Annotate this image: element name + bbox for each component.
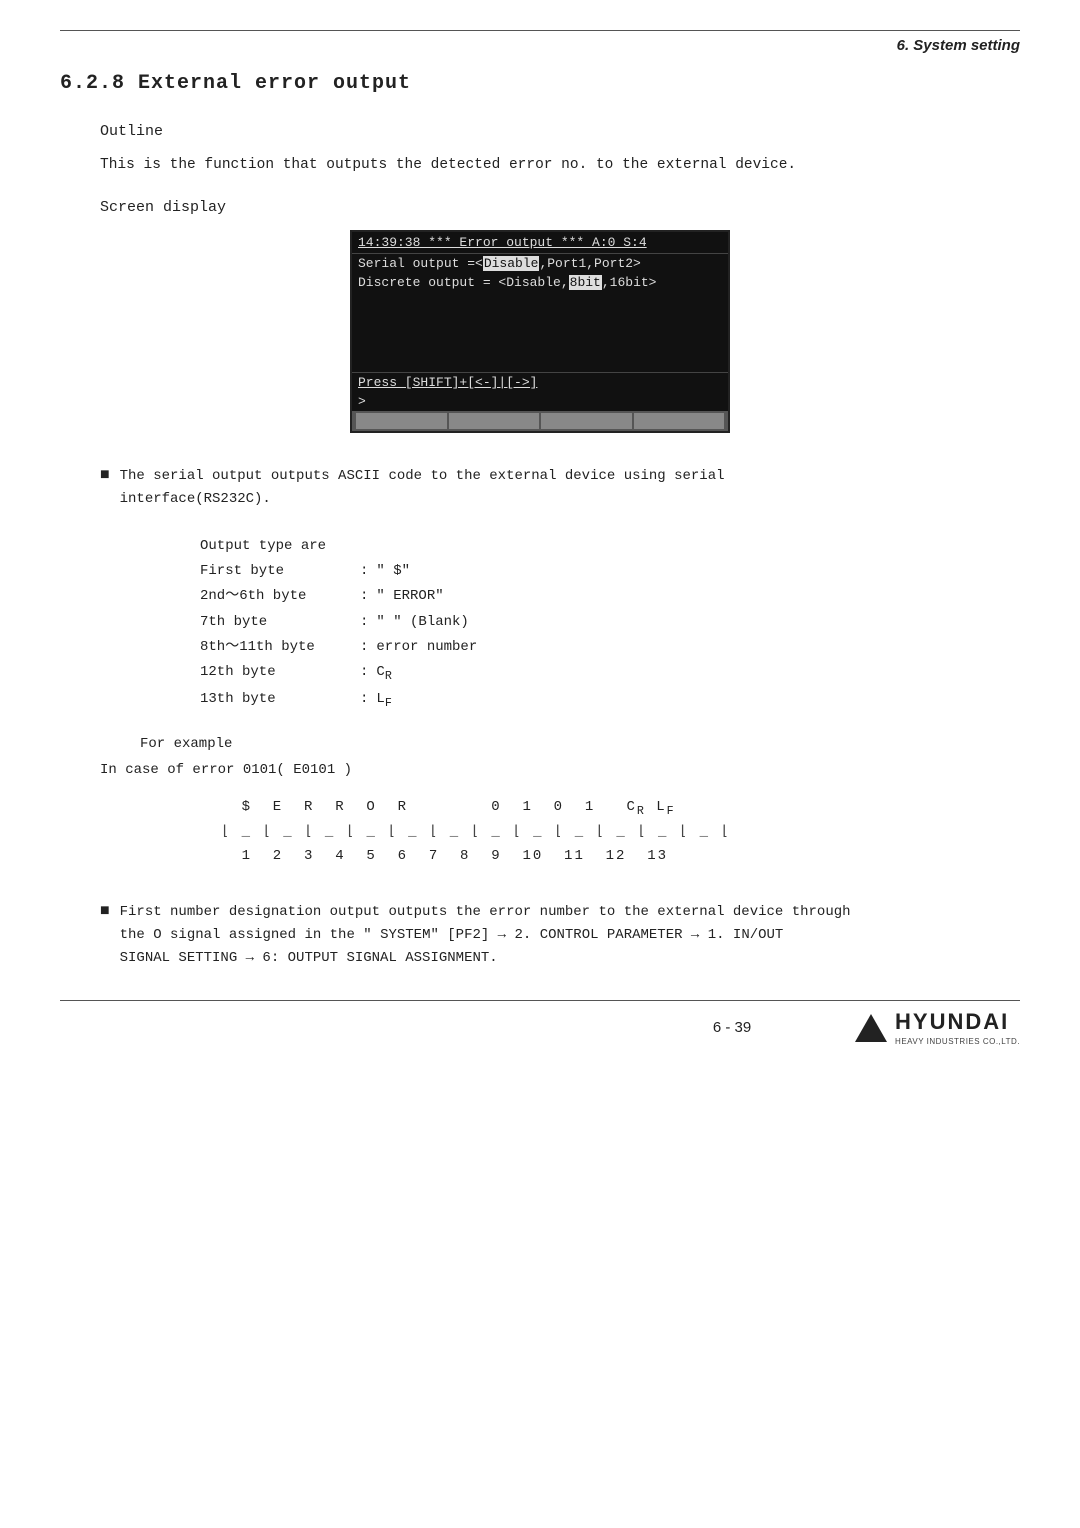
bullet1-icon: ■ [100,466,110,484]
ot-row-5: 12th byte : CR [200,660,1020,687]
screen-press-row: Press [SHIFT]+[<-]|[->] [352,372,728,392]
bar-item-1 [356,413,447,429]
ot-row-1: First byte : " $" [200,559,1020,584]
bar-item-2 [449,413,540,429]
ot-value-3: " " (Blank) [376,610,468,635]
byte-underline-row: ⌊ _ ⌊ _ ⌊ _ ⌊ _ ⌊ _ ⌊ _ ⌊ _ ⌊ _ ⌊ _ ⌊ _ … [200,821,1020,845]
ot-label-1: First byte [200,559,360,584]
outline-label: Outline [100,123,1020,140]
bullet2-section: ■ First number designation output output… [100,901,1020,970]
screen-row-discrete: Discrete output = <Disable,8bit,16bit> [352,273,728,292]
bullet1-line1: The serial output outputs ASCII code to … [120,468,725,484]
logo-text-block: HYUNDAI HEAVY INDUSTRIES CO.,LTD. [895,1009,1020,1046]
bottom-rule [60,1000,1020,1001]
screen-prompt-row: > [352,392,728,411]
ot-colon-4: : [360,635,368,660]
output-type-section: Output type are First byte : " $" 2nd～6t… [200,534,1020,714]
bullet2-text: First number designation output outputs … [120,901,851,970]
ot-label-4: 8th～11th byte [200,635,360,660]
screen-row-serial: Serial output =<Disable,Port1,Port2> [352,254,728,273]
bullet2-icon: ■ [100,902,110,920]
section-title: 6.2.8 External error output [60,72,1020,95]
screen-display-wrapper: 14:39:38 *** Error output *** A:0 S:4 Se… [60,230,1020,433]
bullet1-text: The serial output outputs ASCII code to … [120,465,725,510]
discrete-highlight: 8bit [569,275,602,290]
footer: 6 - 39 HYUNDAI HEAVY INDUSTRIES CO.,LTD. [60,1009,1020,1046]
logo-sub: HEAVY INDUSTRIES CO.,LTD. [895,1037,1020,1046]
page-container: 6. System setting 6.2.8 External error o… [0,0,1080,1528]
outline-text: This is the function that outputs the de… [100,154,1020,177]
screen-bottom-bar [352,411,728,431]
ot-value-1: " $" [376,559,410,584]
ot-label-3: 7th byte [200,610,360,635]
bullet1-section: ■ The serial output outputs ASCII code t… [100,465,1020,510]
footer-page: 6 - 39 [713,1019,751,1036]
screen-display-label: Screen display [100,199,1020,216]
screen-title-text: 14:39:38 *** Error output *** A:0 S:4 [358,235,647,250]
discrete-label: Discrete output = <Disable, [358,275,569,290]
for-example-label: For example [140,736,1020,752]
ot-row-3: 7th byte : " " (Blank) [200,610,1020,635]
top-rule [60,30,1020,31]
bullet1-line2: interface(RS232C). [120,491,271,507]
serial-suffix: ,Port1,Port2> [539,256,640,271]
ot-colon-2: : [360,584,368,609]
ot-colon-5: : [360,660,368,685]
ot-row-2: 2nd～6th byte : " ERROR" [200,584,1020,609]
press-text: Press [SHIFT]+[<-]|[->] [358,375,537,390]
screen-title-row: 14:39:38 *** Error output *** A:0 S:4 [352,232,728,254]
output-type-header: Output type are [200,534,1020,559]
byte-numbers-row: 1 2 3 4 5 6 7 8 9 10 11 12 13 [200,845,1020,869]
ot-row-6: 13th byte : LF [200,687,1020,714]
header-section-label: 6. System setting [60,37,1020,54]
ot-value-5: CR [376,660,391,687]
byte-diagram: $ E R R O R 0 1 0 1 CR LF ⌊ _ ⌊ _ ⌊ _ ⌊ … [200,796,1020,869]
logo-name: HYUNDAI [895,1009,1009,1034]
ot-colon-3: : [360,610,368,635]
serial-label: Serial output =< [358,256,483,271]
ot-value-2: " ERROR" [376,584,443,609]
bullet2-the: the [120,927,145,943]
logo-triangle-icon [855,1014,887,1042]
serial-highlight: Disable [483,256,540,271]
ot-value-6: LF [376,687,391,714]
in-case-of-label: In case of error 0101( E0101 ) [100,762,1020,778]
bullet2-row: ■ First number designation output output… [100,901,1020,970]
bullet1-row: ■ The serial output outputs ASCII code t… [100,465,1020,510]
ot-label-5: 12th byte [200,660,360,685]
screen-box: 14:39:38 *** Error output *** A:0 S:4 Se… [350,230,730,433]
prompt-symbol: > [358,394,366,409]
ot-colon-1: : [360,559,368,584]
bar-item-3 [541,413,632,429]
footer-logo: HYUNDAI HEAVY INDUSTRIES CO.,LTD. [751,1009,1020,1046]
ot-value-4: error number [376,635,477,660]
screen-blank-area [352,292,728,372]
ot-label-6: 13th byte [200,687,360,712]
byte-chars-row: $ E R R O R 0 1 0 1 CR LF [200,796,1020,822]
ot-colon-6: : [360,687,368,712]
ot-row-4: 8th～11th byte : error number [200,635,1020,660]
bar-item-4 [634,413,725,429]
ot-label-2: 2nd～6th byte [200,584,360,609]
discrete-suffix: ,16bit> [602,275,657,290]
